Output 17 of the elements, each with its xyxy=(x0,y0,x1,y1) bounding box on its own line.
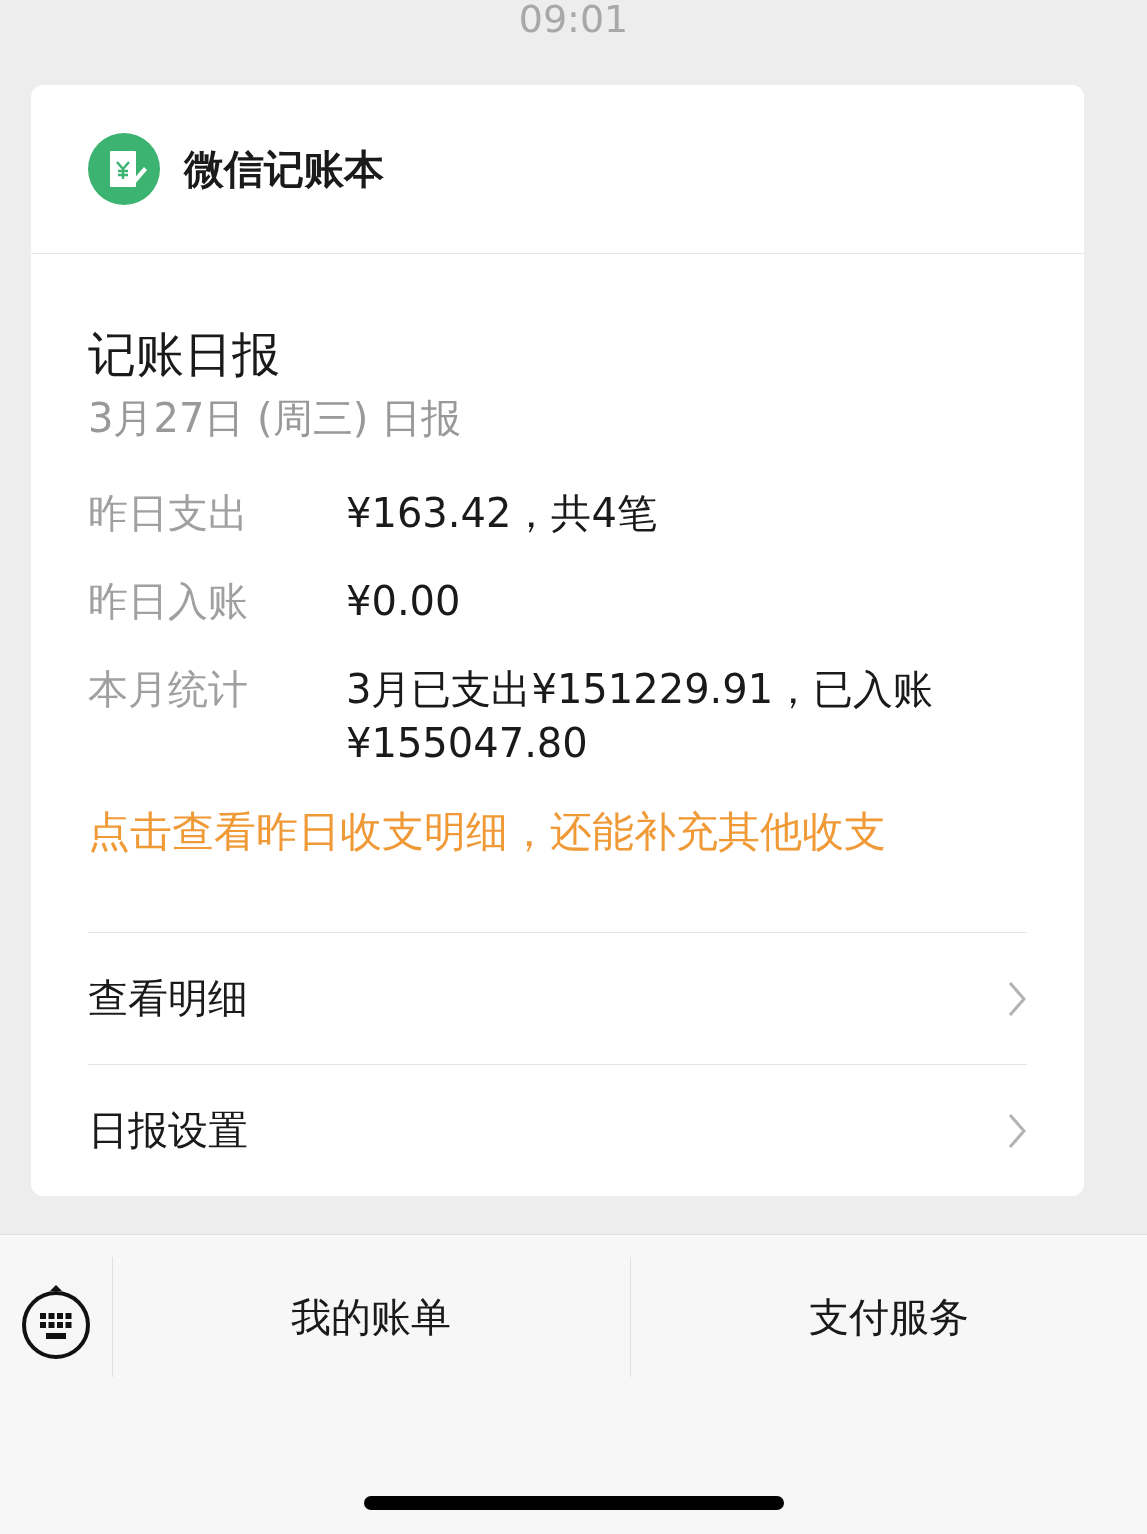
stat-value: ¥0.00 xyxy=(346,577,462,626)
stat-value: ¥163.42，共4笔 xyxy=(346,489,658,538)
bottom-menu-button[interactable]: 我的账单 xyxy=(113,1257,630,1377)
stat-value: 3月已支出¥151229.91，已入账¥155047.80 xyxy=(346,665,935,768)
report-title: 记账日报 xyxy=(88,325,281,384)
report-date: 3月27日 (周三) 日报 xyxy=(88,394,462,443)
menu-item[interactable]: 日报设置 xyxy=(88,1064,1027,1196)
stat-label: 昨日支出 xyxy=(88,489,249,538)
chevron-icon xyxy=(1007,979,1027,1018)
status-time: 09:01 xyxy=(517,0,630,40)
stat-label: 本月统计 xyxy=(88,665,249,714)
menu-item[interactable]: 查看明细 xyxy=(88,933,1027,1064)
chevron-icon xyxy=(1007,1111,1027,1150)
bottom-menu-button[interactable]: 支付服务 xyxy=(629,1257,1147,1377)
app-name: 微信记账本 xyxy=(184,144,384,194)
ledger-logo-icon xyxy=(88,133,160,205)
stat-label: 昨日入账 xyxy=(88,577,249,626)
